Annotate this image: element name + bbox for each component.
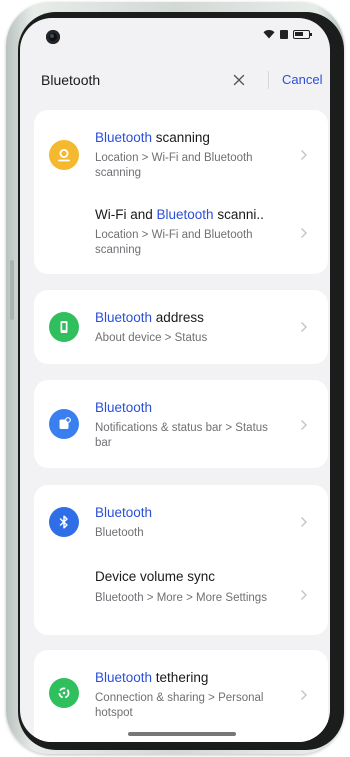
result-item-bluetooth[interactable]: Bluetooth Bluetooth: [34, 485, 328, 559]
status-icons: [263, 29, 312, 39]
sim-icon: [280, 29, 288, 39]
result-title: Device volume sync: [95, 569, 216, 584]
result-card: Bluetooth address About device > Status: [34, 290, 328, 364]
result-title: Bluetooth: [95, 505, 153, 520]
chevron-right-icon: [301, 517, 307, 527]
divider: [268, 71, 269, 89]
location-icon: [49, 140, 79, 170]
result-title: Wi-Fi and Bluetooth scanni..: [95, 207, 264, 222]
clear-icon[interactable]: [230, 71, 248, 89]
result-card: Bluetooth Bluetooth Device volume sync B…: [34, 485, 328, 635]
result-item-wifi-bluetooth-scanning[interactable]: Wi-Fi and Bluetooth scanni.. Location > …: [34, 192, 328, 274]
result-title: Bluetooth tethering: [95, 670, 209, 685]
phone-icon: [49, 312, 79, 342]
chevron-right-icon: [301, 322, 307, 332]
bluetooth-icon: [49, 507, 79, 537]
status-bar: [20, 18, 330, 54]
search-input[interactable]: Bluetooth: [41, 72, 100, 88]
result-card: Bluetooth tethering Connection & sharing…: [34, 650, 328, 742]
chevron-right-icon: [301, 690, 307, 700]
result-subtitle: Bluetooth > More > More Settings: [95, 592, 267, 604]
hotspot-icon: [49, 678, 79, 708]
result-subtitle: Location > Wi-Fi and Bluetooth scanning: [95, 229, 253, 256]
result-item-bluetooth-scanning[interactable]: Bluetooth scanning Location > Wi-Fi and …: [34, 110, 328, 192]
chevron-right-icon: [301, 150, 307, 160]
screen: Bluetooth Cancel Bluetooth scanning Loca…: [20, 18, 330, 742]
result-subtitle: About device > Status: [95, 332, 208, 344]
chevron-right-icon: [301, 228, 307, 238]
result-title: Bluetooth address: [95, 310, 204, 325]
chevron-right-icon: [301, 420, 307, 430]
result-card: Bluetooth scanning Location > Wi-Fi and …: [34, 110, 328, 274]
result-item-device-volume-sync[interactable]: Device volume sync Bluetooth > More > Mo…: [34, 559, 328, 635]
result-title: Bluetooth: [95, 400, 153, 415]
wifi-icon: [263, 30, 275, 39]
home-indicator[interactable]: [128, 732, 236, 736]
result-item-bluetooth-status-bar[interactable]: Bluetooth Notifications & status bar > S…: [34, 380, 328, 468]
result-subtitle: Notifications & status bar > Status bar: [95, 422, 268, 449]
result-card: Bluetooth Notifications & status bar > S…: [34, 380, 328, 468]
side-button: [10, 260, 14, 320]
battery-icon: [293, 29, 312, 39]
result-subtitle: Connection & sharing > Personal hotspot: [95, 692, 264, 719]
result-subtitle: Location > Wi-Fi and Bluetooth scanning: [95, 152, 253, 179]
search-bar: Bluetooth Cancel: [20, 66, 330, 96]
notification-icon: [49, 409, 79, 439]
result-subtitle: Bluetooth: [95, 527, 144, 539]
result-item-bluetooth-tethering[interactable]: Bluetooth tethering Connection & sharing…: [34, 650, 328, 740]
front-camera: [46, 30, 60, 44]
chevron-right-icon: [301, 590, 307, 600]
result-title: Bluetooth scanning: [95, 130, 210, 145]
cancel-button[interactable]: Cancel: [282, 72, 322, 87]
result-item-bluetooth-address[interactable]: Bluetooth address About device > Status: [34, 290, 328, 364]
